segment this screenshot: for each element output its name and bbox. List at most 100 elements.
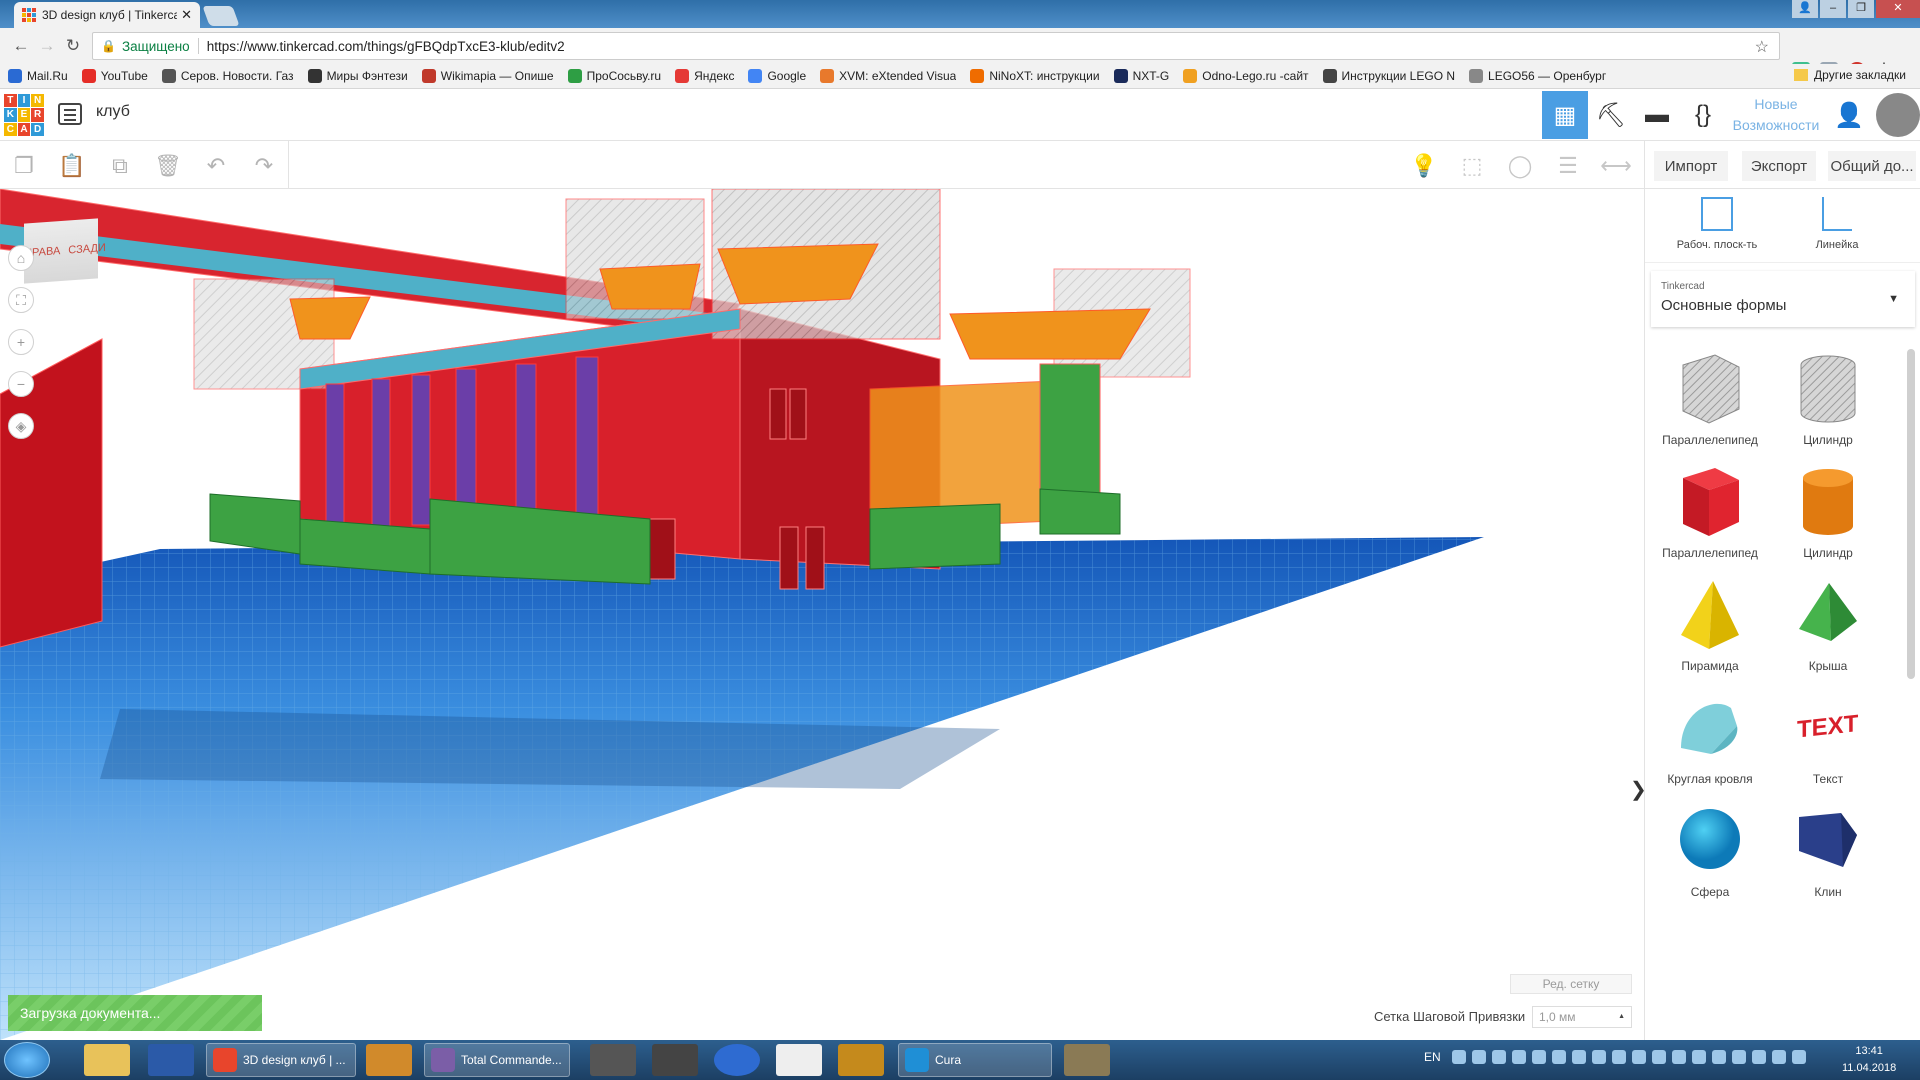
shape-item[interactable]: Круглая кровля	[1651, 690, 1769, 818]
address-bar: ← → ↻ 🔒 Защищено https://www.tinkercad.c…	[0, 28, 1920, 80]
import-button[interactable]: Импорт	[1654, 151, 1728, 181]
forward-icon[interactable]: →	[34, 36, 60, 56]
perspective-icon[interactable]: ◈	[8, 413, 34, 439]
align-icon[interactable]: ☰	[1552, 151, 1584, 181]
bookmark-item[interactable]: ПроСосьву.ru	[567, 69, 661, 83]
bricks-pickaxe-icon[interactable]: ⛏	[1588, 91, 1634, 139]
zoom-out-icon[interactable]: −	[8, 371, 34, 397]
bookmark-item[interactable]: NiNoXT: инструкции	[970, 69, 1100, 83]
avatar[interactable]	[1876, 93, 1920, 137]
duplicate-icon[interactable]: ⧉	[104, 151, 136, 181]
shape-label: Цилиндр	[1803, 433, 1853, 447]
clock[interactable]: 13:41 11.04.2018	[1842, 1043, 1896, 1077]
chevron-down-icon: ▼	[1888, 293, 1899, 305]
word-icon[interactable]	[148, 1044, 194, 1076]
zoom-in-icon[interactable]: +	[8, 329, 34, 355]
url-field[interactable]: 🔒 Защищено https://www.tinkercad.com/thi…	[92, 32, 1780, 60]
workplane-button[interactable]: Рабоч. плоск-ть	[1667, 197, 1767, 251]
ungroup-icon[interactable]: ◯	[1504, 151, 1536, 181]
design-list-icon[interactable]	[58, 103, 82, 125]
tinkercad-logo[interactable]: TIN KER CAD	[4, 94, 44, 136]
panel-scrollbar[interactable]	[1907, 349, 1915, 679]
panel-collapse-icon[interactable]: ❯	[1630, 777, 1644, 831]
language-indicator[interactable]: EN	[1424, 1050, 1441, 1064]
design-name[interactable]: клуб	[96, 103, 130, 121]
share-button[interactable]: Общий до...	[1828, 151, 1916, 181]
home-view-icon[interactable]: ⌂	[8, 245, 34, 271]
other-bookmarks[interactable]: Другие закладки	[1794, 68, 1906, 82]
new-features-link[interactable]: Новые Возможности	[1726, 94, 1826, 136]
group-icon[interactable]: ⬚	[1456, 151, 1488, 181]
url-text: https://www.tinkercad.com/things/gFBQdpT…	[206, 38, 565, 54]
bookmark-item[interactable]: NXT-G	[1113, 69, 1169, 83]
bookmark-item[interactable]: Серов. Новости. Газ	[161, 69, 294, 83]
export-button[interactable]: Экспорт	[1742, 151, 1816, 181]
bookmark-item[interactable]: YouTube	[81, 69, 148, 83]
view-cube[interactable]: СПРАВА СЗАДИ	[16, 218, 106, 284]
add-user-icon[interactable]: 👤	[1826, 91, 1872, 139]
edit-grid-button[interactable]: Ред. сетку	[1510, 974, 1632, 994]
start-button[interactable]	[4, 1042, 50, 1078]
shape-item[interactable]: Сфера	[1651, 803, 1769, 931]
back-icon[interactable]: ←	[8, 36, 34, 56]
copy-icon[interactable]: ❐	[8, 151, 40, 181]
reload-icon[interactable]: ↻	[60, 36, 86, 56]
3d-viewport[interactable]: СПРАВА СЗАДИ ⌂ ⛶ + − ◈ ❯ Загрузка докуме…	[0, 189, 1644, 1040]
blocks-icon[interactable]: ▬	[1634, 91, 1680, 139]
window-close-icon[interactable]: ✕	[1876, 0, 1920, 18]
bookmark-item[interactable]: Odno-Lego.ru -сайт	[1183, 69, 1309, 83]
app-icon[interactable]	[1064, 1044, 1110, 1076]
window-user-icon[interactable]: 👤	[1792, 0, 1818, 18]
bookmark-item[interactable]: XVM: eXtended Visua	[820, 69, 956, 83]
delete-icon[interactable]: 🗑	[152, 151, 184, 181]
bookmark-item[interactable]: Wikimapia — Опише	[421, 69, 554, 83]
taskbar-app-totalcmd[interactable]: Total Commande...	[424, 1043, 570, 1077]
workplane-icon	[1701, 197, 1733, 231]
mirror-icon[interactable]: ⟷	[1600, 151, 1632, 181]
minimize-icon[interactable]: –	[1820, 0, 1846, 18]
fit-view-icon[interactable]: ⛶	[8, 287, 34, 313]
bookmark-item[interactable]: Миры Фэнтези	[307, 69, 408, 83]
bookmark-item[interactable]: Google	[748, 69, 806, 83]
shape-item[interactable]: Клин	[1769, 803, 1887, 931]
tab-close-icon[interactable]: ✕	[181, 7, 192, 23]
app-icon[interactable]	[366, 1044, 412, 1076]
taskbar-app-cura[interactable]: Cura	[898, 1043, 1052, 1077]
taskbar-app-chrome[interactable]: 3D design клуб | ...	[206, 1043, 356, 1077]
bookmark-item[interactable]: LEGO56 — Оренбург	[1469, 69, 1606, 83]
browser-tab[interactable]: 3D design клуб | Tinkercad ✕	[14, 2, 200, 28]
shape-item[interactable]: Цилиндр	[1769, 351, 1887, 479]
shape-item[interactable]: Параллелепипед	[1651, 464, 1769, 592]
shape-library-select[interactable]: Tinkercad Основные формы ▼	[1651, 271, 1915, 327]
3d-view-grid-icon[interactable]: ▦	[1542, 91, 1588, 139]
warcraft-icon[interactable]	[838, 1044, 884, 1076]
shape-grid: Параллелепипед Цилиндр Параллелепипед Цилин…	[1645, 349, 1907, 1039]
snap-grid-select[interactable]: 1,0 мм	[1532, 1006, 1632, 1028]
bookmark-star-icon[interactable]: ☆	[1755, 37, 1769, 57]
ruler-button[interactable]: Линейка	[1787, 197, 1887, 251]
bookmark-item[interactable]: Яндекс	[675, 69, 734, 83]
shape-item[interactable]: Параллелепипед	[1651, 351, 1769, 479]
redo-icon[interactable]: ↷	[248, 151, 280, 181]
app-icon[interactable]	[776, 1044, 822, 1076]
undo-icon[interactable]: ↶	[200, 151, 232, 181]
camera-icon[interactable]	[652, 1044, 698, 1076]
maximize-icon[interactable]: ❐	[1848, 0, 1874, 18]
shape-label: Параллелепипед	[1662, 433, 1758, 447]
shape-item[interactable]: TEXT Текст	[1769, 690, 1887, 818]
light-bulb-icon[interactable]: 💡	[1408, 151, 1440, 181]
scene-canvas[interactable]	[0, 189, 1644, 1040]
shape-item[interactable]: Крыша	[1769, 577, 1887, 705]
bookmark-item[interactable]: Инструкции LEGO N	[1322, 69, 1455, 83]
bookmark-favicon-icon	[820, 69, 835, 83]
new-tab-button[interactable]	[202, 6, 240, 26]
app-icon[interactable]	[714, 1044, 760, 1076]
box-icon	[1651, 464, 1769, 540]
shape-item[interactable]: Цилиндр	[1769, 464, 1887, 592]
bookmark-item[interactable]: Mail.Ru	[8, 69, 68, 83]
codeblocks-icon[interactable]: {}	[1680, 91, 1726, 139]
paste-icon[interactable]: 📋	[56, 151, 88, 181]
explorer-icon[interactable]	[84, 1044, 130, 1076]
shape-item[interactable]: Пирамида	[1651, 577, 1769, 705]
wot-icon[interactable]	[590, 1044, 636, 1076]
